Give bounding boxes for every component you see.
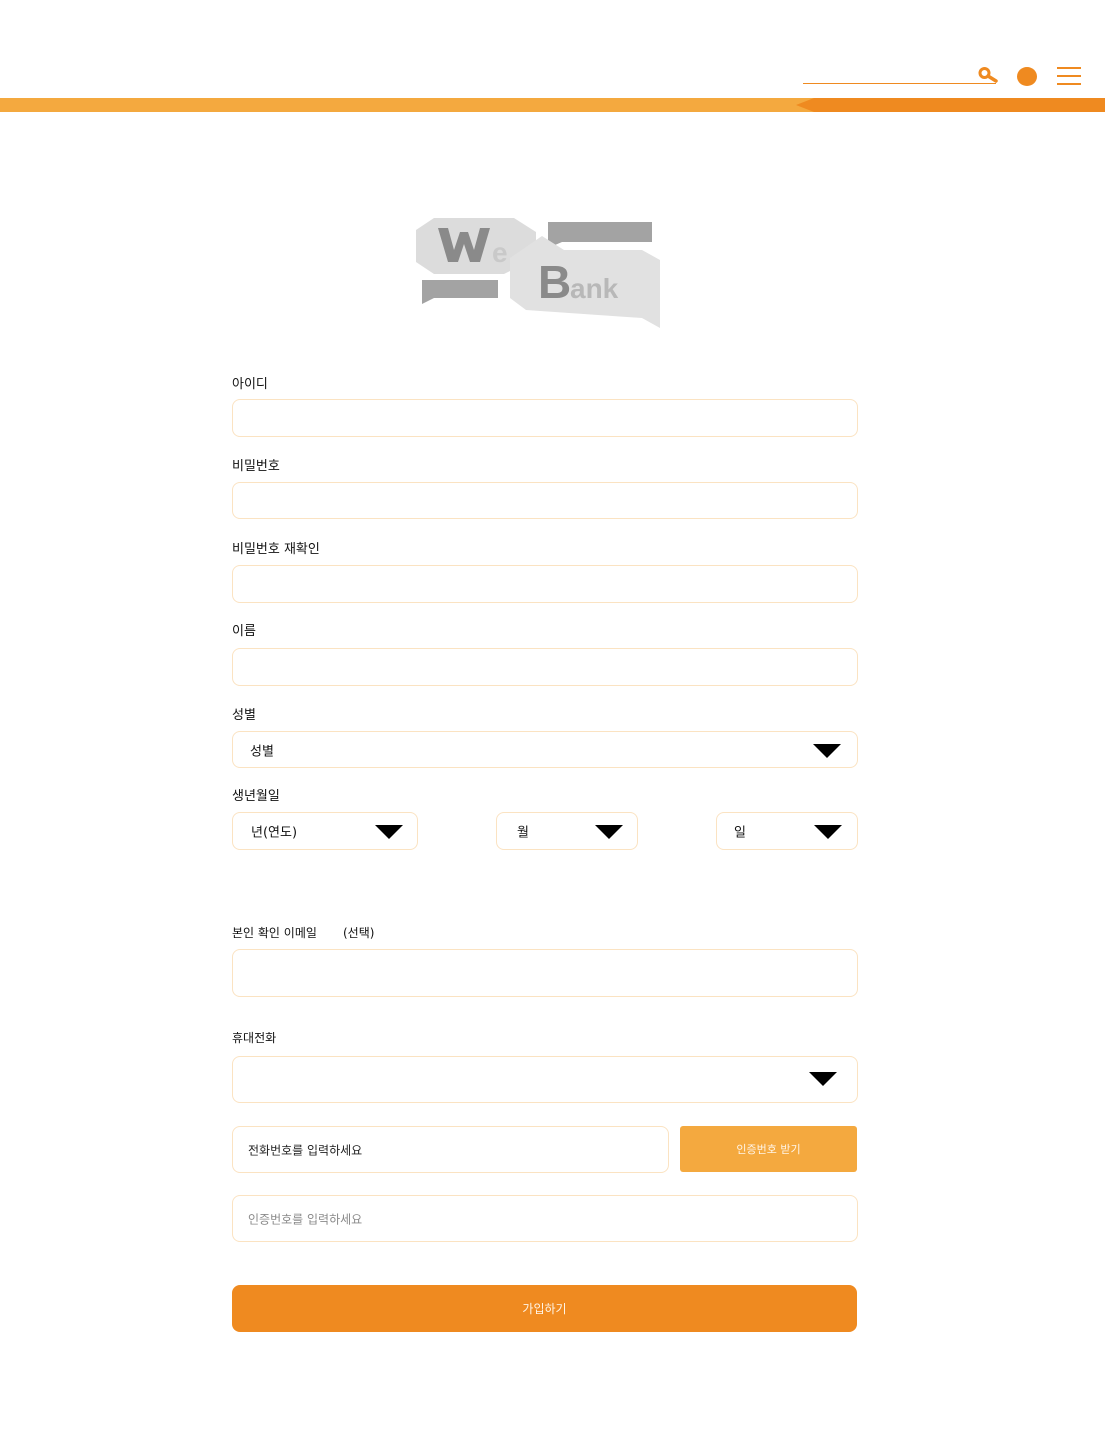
password-input[interactable] (232, 482, 858, 519)
hamburger-menu-icon[interactable] (1057, 67, 1081, 86)
chevron-down-icon (595, 825, 623, 839)
id-input[interactable] (232, 399, 858, 437)
svg-text:B: B (538, 256, 571, 308)
webank-logo: e B ank (416, 218, 660, 328)
chevron-down-icon (814, 825, 842, 839)
gender-select[interactable]: 성별 (232, 731, 858, 768)
phone-carrier-select[interactable] (232, 1056, 858, 1103)
birth-label: 생년월일 (232, 789, 280, 804)
chevron-down-icon (813, 744, 841, 758)
birth-year-select[interactable]: 년(연도) (232, 812, 418, 850)
birth-month-value: 월 (517, 825, 529, 841)
password-label: 비밀번호 (232, 459, 280, 474)
gender-label: 성별 (232, 708, 256, 723)
svg-text:ank: ank (570, 273, 619, 304)
search-icon[interactable] (977, 66, 999, 84)
chevron-down-icon (809, 1072, 837, 1086)
phone-number-input[interactable]: 전화번호를 입력하세요 (232, 1126, 669, 1173)
password-confirm-label: 비밀번호 재확인 (232, 542, 320, 557)
chevron-down-icon (375, 825, 403, 839)
gender-select-value: 성별 (250, 744, 274, 759)
phone-label: 휴대전화 (232, 1031, 277, 1045)
signup-submit-button[interactable]: 가입하기 (232, 1285, 857, 1332)
birth-year-value: 년(연도) (251, 825, 298, 841)
header-band-accent (796, 98, 1105, 112)
birth-month-select[interactable]: 월 (496, 812, 638, 850)
id-label: 아이디 (232, 377, 268, 392)
phone-number-placeholder: 전화번호를 입력하세요 (248, 1143, 363, 1157)
search-input[interactable] (803, 83, 996, 84)
name-label: 이름 (232, 624, 256, 639)
verification-code-input[interactable]: 인증번호를 입력하세요 (232, 1195, 858, 1242)
name-input[interactable] (232, 648, 858, 686)
email-optional-label: (선택) (343, 926, 375, 940)
svg-text:e: e (492, 237, 508, 268)
email-input[interactable] (232, 949, 858, 997)
birth-day-value: 일 (734, 825, 746, 841)
request-verification-button[interactable]: 인증번호 받기 (680, 1126, 857, 1172)
password-confirm-input[interactable] (232, 565, 858, 603)
email-label: 본인 확인 이메일 (232, 926, 317, 940)
profile-icon[interactable] (1017, 67, 1037, 86)
verification-code-placeholder: 인증번호를 입력하세요 (248, 1212, 363, 1226)
birth-day-select[interactable]: 일 (716, 812, 858, 850)
